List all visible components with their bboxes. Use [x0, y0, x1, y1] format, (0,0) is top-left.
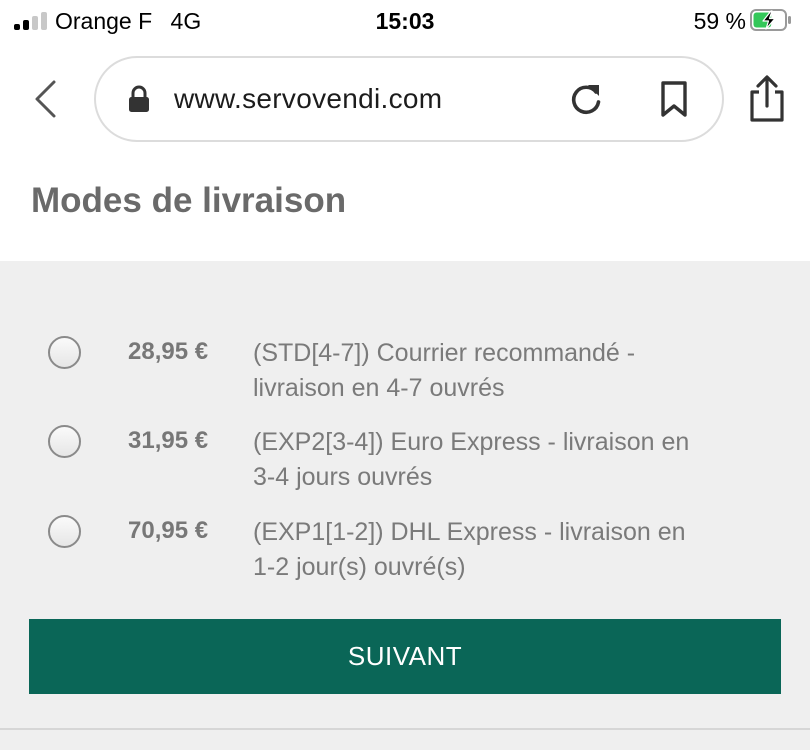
shipping-description-line: (EXP1[1-2]) DHL Express - livraison en [253, 518, 686, 546]
shipping-option-dhl-express[interactable]: 70,95 € (EXP1[1-2]) DHL Express - livrai… [0, 515, 810, 595]
status-bar: Orange F 4G 15:03 59 % [0, 0, 810, 44]
status-time: 15:03 [375, 8, 435, 34]
next-button[interactable]: SUIVANT [29, 619, 781, 694]
url-text[interactable]: www.servovendi.com [174, 83, 442, 115]
shipping-description-line: (STD[4-7]) Courrier recommandé - [253, 339, 636, 367]
shipping-description-line: 3-4 jours ouvrés [253, 463, 433, 491]
shipping-price: 31,95 € [128, 427, 209, 454]
shipping-description-line: 1-2 jour(s) ouvré(s) [253, 553, 466, 581]
radio-button[interactable] [48, 515, 81, 548]
divider [0, 728, 810, 730]
shipping-description: (EXP1[1-2]) DHL Express - livraison en 1… [253, 515, 723, 585]
back-chevron-icon[interactable] [30, 78, 64, 120]
shipping-option-standard[interactable]: 28,95 € (STD[4-7]) Courrier recommandé -… [0, 336, 810, 416]
shipping-price: 28,95 € [128, 338, 209, 365]
battery-charging-icon [750, 9, 791, 31]
shipping-price: 70,95 € [128, 517, 209, 544]
battery-percentage: 59 % [693, 8, 746, 34]
shipping-description: (STD[4-7]) Courrier recommandé - livrais… [253, 336, 723, 406]
share-icon[interactable] [746, 74, 788, 124]
shipping-option-euro-express[interactable]: 31,95 € (EXP2[3-4]) Euro Express - livra… [0, 425, 810, 505]
shipping-description-line: livraison en 4-7 ouvrés [253, 374, 505, 402]
page-title: Modes de livraison [31, 181, 347, 220]
radio-button[interactable] [48, 425, 81, 458]
radio-button[interactable] [48, 336, 81, 369]
reload-icon[interactable] [566, 80, 606, 120]
lock-icon [129, 85, 149, 112]
shipping-description: (EXP2[3-4]) Euro Express - livraison en … [253, 425, 723, 495]
address-bar[interactable]: www.servovendi.com [94, 56, 724, 142]
bookmark-icon[interactable] [658, 80, 690, 118]
shipping-description-line: (EXP2[3-4]) Euro Express - livraison en [253, 428, 690, 456]
